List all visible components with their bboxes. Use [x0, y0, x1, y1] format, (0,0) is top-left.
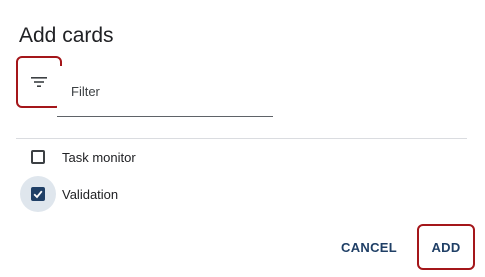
option-validation: Validation	[20, 176, 119, 212]
checkbox-box	[31, 150, 45, 164]
checkbox-validation[interactable]	[20, 176, 56, 212]
filter-list-icon	[31, 77, 47, 87]
filter-button[interactable]	[16, 56, 62, 108]
filter-field	[57, 66, 273, 117]
option-task-monitor: Task monitor	[20, 140, 136, 174]
option-label-task-monitor: Task monitor	[62, 149, 136, 165]
check-icon	[33, 190, 43, 199]
add-button[interactable]: ADD	[417, 224, 475, 270]
add-cards-dialog: Add cards Task monitor Validatio	[0, 0, 485, 277]
filter-input[interactable]	[71, 84, 261, 99]
divider	[16, 138, 467, 139]
dialog-title: Add cards	[19, 24, 114, 47]
checkbox-box	[31, 187, 45, 201]
filter-row	[16, 56, 276, 120]
option-label-validation: Validation	[62, 186, 119, 202]
cancel-button[interactable]: CANCEL	[330, 230, 408, 264]
checkbox-task-monitor[interactable]	[20, 139, 56, 175]
